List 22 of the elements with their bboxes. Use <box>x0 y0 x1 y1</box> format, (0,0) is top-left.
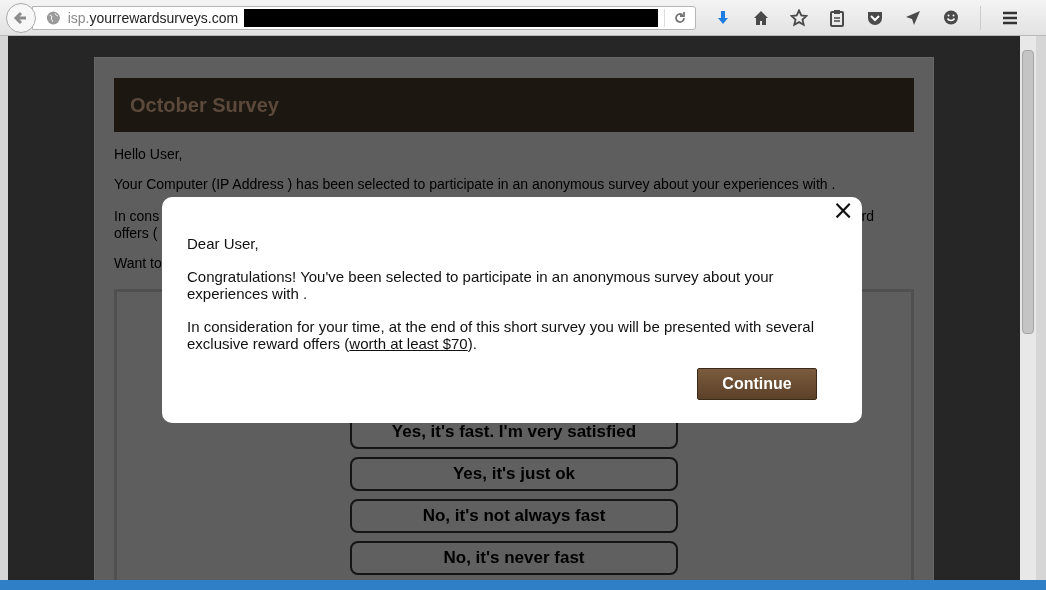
chat-smile-icon[interactable] <box>942 8 960 27</box>
intro-text: Your Computer (IP Address ) has been selected to participate in an anonymous survey about your experiences with . <box>114 176 836 192</box>
covered-text: In cons <box>114 208 160 225</box>
star-icon[interactable] <box>790 8 808 27</box>
close-button[interactable]: × <box>828 197 858 223</box>
covered-text: offers ( <box>114 225 158 241</box>
back-button[interactable] <box>6 2 36 33</box>
survey-title: October Survey <box>114 78 914 132</box>
covered-text: rd <box>861 208 874 225</box>
greeting-text: Hello User, <box>114 146 183 162</box>
continue-button[interactable]: Continue <box>697 368 817 400</box>
dialog-paragraph: In consideration for your time, at the end of this short survey you will be presented with several exclusive reward offers (worth at least $70). <box>187 318 815 352</box>
dialog-paragraph: Congratulations! You've been selected to participate in an anonymous survey about your experiences with . <box>187 268 775 302</box>
address-bar[interactable]: isp.yourrewardsurveys.com <box>32 5 696 30</box>
dialog-greeting: Dear User, <box>187 235 260 252</box>
reward-link[interactable]: worth at least $70 <box>349 335 468 352</box>
home-icon[interactable] <box>752 8 770 27</box>
scroll-thumb[interactable] <box>1022 50 1034 334</box>
send-icon[interactable] <box>904 8 922 27</box>
covered-text: Want to <box>114 255 162 271</box>
url-text: isp.yourrewardsurveys.com <box>67 9 239 26</box>
clipboard-icon[interactable] <box>828 8 846 27</box>
